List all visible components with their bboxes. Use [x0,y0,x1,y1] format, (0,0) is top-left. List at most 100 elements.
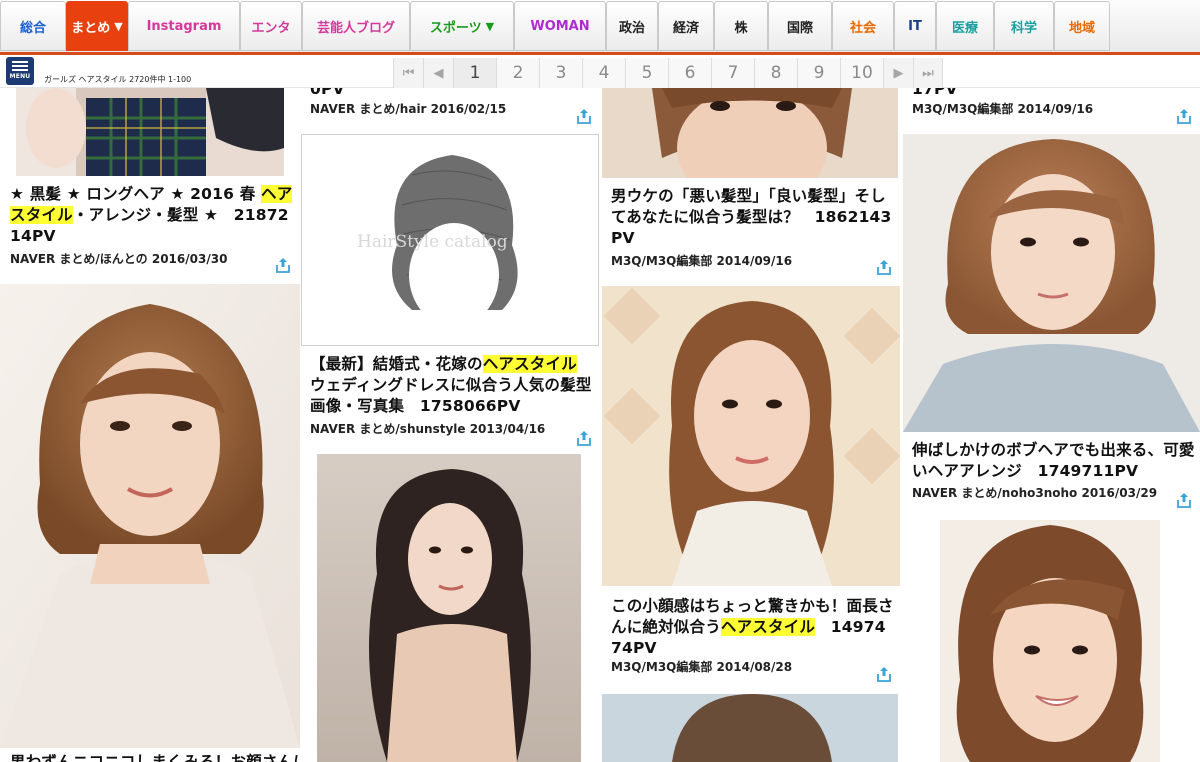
article-thumbnail[interactable]: HairStyle catalog [301,134,599,346]
page-10[interactable]: 10 [840,58,883,88]
article-source: M3Q/M3Q編集部 2014/09/16 [611,254,793,268]
article-card[interactable]: 男わずんニコニコしまくみる！お顔さんに [0,284,300,762]
article-title[interactable]: 17PV [912,88,958,100]
page-4[interactable]: 4 [582,58,625,88]
page-2[interactable]: 2 [496,58,539,88]
tab-8[interactable]: 政治 [606,1,658,51]
article-card[interactable] [900,520,1200,762]
next-page-icon[interactable]: ▶ [883,58,913,88]
menu-button[interactable]: MENU [6,57,34,85]
article-thumbnail[interactable] [602,286,900,586]
tab-label: 芸能人ブログ [316,20,395,36]
article-thumbnail[interactable] [0,284,300,748]
tab-label: 社会 [849,20,876,36]
hamburger-icon [12,60,28,71]
first-page-icon[interactable]: ⏮ [393,58,423,88]
result-count: ガールズ ヘアスタイル 2720件中 1-100 [44,75,192,84]
share-icon[interactable] [1176,492,1192,508]
article-column-3: 男ウケの「悪い髪型」「良い髪型」そし てあなたに似合う髪型は？ 1862143 … [600,88,900,762]
article-thumbnail[interactable] [16,88,284,176]
tab-4[interactable]: エンタ [240,1,302,51]
article-card[interactable]: ★ 黒髪 ★ ロングヘア ★ 2016 春 ヘアスタイル・アレンジ・髪型 ★ 2… [0,88,300,284]
share-icon[interactable] [576,430,592,446]
page-6[interactable]: 6 [668,58,711,88]
tab-1[interactable]: 総合 [0,1,66,51]
tab-label: 国際 [786,20,813,36]
tab-label: Instagram [146,18,222,34]
tab-16[interactable]: 地域 [1054,1,1110,51]
article-source: M3Q/M3Q編集部 2014/09/16 [912,102,1094,116]
article-source: NAVER まとめ/noho3noho 2016/03/29 [912,486,1158,500]
page-3[interactable]: 3 [539,58,582,88]
article-title[interactable]: 0PV [310,88,345,100]
article-card[interactable] [300,454,600,762]
article-thumbnail[interactable] [903,134,1200,432]
svg-text:HairStyle catalog: HairStyle catalog [357,232,508,252]
article-thumbnail[interactable] [602,88,898,178]
tab-12[interactable]: 社会 [832,1,894,51]
tab-label: 科学 [1010,20,1037,36]
pagination: ⏮ ◀ 1 2 3 4 5 6 7 8 9 10 ▶ ⏭ [393,58,943,88]
tab-5[interactable]: 芸能人ブログ [302,1,410,51]
article-title[interactable]: ★ 黒髪 ★ ロングヘア ★ 2016 春 ヘアスタイル・アレンジ・髪型 ★ 2… [10,184,295,226]
share-icon[interactable] [275,257,291,273]
share-icon[interactable] [876,666,892,682]
article-thumbnail[interactable] [602,694,898,762]
article-title[interactable]: 男わずんニコニコしまくみる！お顔さんに [10,752,300,762]
article-thumbnail[interactable] [940,520,1160,762]
prev-page-icon[interactable]: ◀ [423,58,453,88]
tab-label: 株 [734,20,748,36]
chevron-down-icon: ▼ [485,19,495,33]
article-title[interactable]: 男ウケの「悪い髪型」「良い髪型」そし てあなたに似合う髪型は？ 1862143 … [611,186,896,249]
tab-label: 経済 [672,20,699,36]
tab-7[interactable]: WOMAN [514,1,606,51]
article-card[interactable]: 0PV NAVER まとめ/hair 2016/02/15 [300,88,600,134]
page-9[interactable]: 9 [797,58,840,88]
article-title[interactable]: 【最新】結婚式・花嫁のヘアスタイル ウェディングドレスに似合う人気の髪型 画像・… [310,354,595,417]
article-source: NAVER まとめ/shunstyle 2013/04/16 [310,422,546,436]
chevron-down-icon: ▼ [114,19,123,33]
article-thumbnail[interactable] [317,454,581,762]
article-title[interactable]: この小顔感はちょっと驚きかも！面長さ んに絶対似合うヘアスタイル 14974 7… [611,596,896,659]
article-source: M3Q/M3Q編集部 2014/08/28 [611,660,793,674]
tab-2[interactable]: まとめ ▼ [66,1,128,51]
category-tab-bar: 総合 まとめ ▼ Instagram エンタ 芸能人ブログ スポーツ ▼ WOMAN 政治 経済株国… [0,0,1200,55]
tab-15[interactable]: 科学 [994,1,1054,51]
article-card[interactable]: 17PV M3Q/M3Q編集部 2014/09/16 [900,88,1200,134]
tab-label: 政治 [618,20,645,36]
tab-label: IT [908,18,922,34]
tab-13[interactable]: IT [894,1,936,51]
page-7[interactable]: 7 [711,58,754,88]
tab-11[interactable]: 国際 [768,1,832,51]
results-bar: MENU ガールズ ヘアスタイル 2720件中 1-100 ⏮ ◀ 1 2 3 4 5 6 7 8… [0,55,1200,88]
page-5[interactable]: 5 [625,58,668,88]
article-column-1: ★ 黒髪 ★ ロングヘア ★ 2016 春 ヘアスタイル・アレンジ・髪型 ★ 2… [0,88,300,762]
article-title[interactable]: 伸ばしかけのボブヘアでも出来る、可愛 いヘアアレンジ 1749711PV [912,440,1197,482]
share-icon[interactable] [876,259,892,275]
tab-label: 総合 [19,20,46,36]
page-1[interactable]: 1 [453,58,496,88]
share-icon[interactable] [576,108,592,124]
article-column-4: 17PV M3Q/M3Q編集部 2014/09/16 伸ばしかけのボブヘアでも出… [900,88,1200,762]
page-8[interactable]: 8 [754,58,797,88]
article-card[interactable]: HairStyle catalog 【最新】結婚式・花嫁のヘアスタイル ウェディ… [300,134,600,454]
article-card[interactable] [600,694,900,762]
share-icon[interactable] [1176,108,1192,124]
article-card[interactable]: この小顔感はちょっと驚きかも！面長さ んに絶対似合うヘアスタイル 14974 7… [600,286,900,694]
article-card[interactable]: 男ウケの「悪い髪型」「良い髪型」そし てあなたに似合う髪型は？ 1862143 … [600,88,900,284]
article-card[interactable]: 伸ばしかけのボブヘアでも出来る、可愛 いヘアアレンジ 1749711PV NAV… [900,134,1200,520]
tab-9[interactable]: 経済 [658,1,714,51]
tab-label: エンタ [251,20,291,36]
tab-3[interactable]: Instagram [128,1,240,51]
tab-label: 医療 [951,20,978,36]
tab-14[interactable]: 医療 [936,1,994,51]
tab-label: スポーツ [429,20,482,36]
article-source: NAVER まとめ/ほんとの 2016/03/30 [10,252,228,266]
article-title-line3: 14PV [10,227,56,245]
tab-6[interactable]: スポーツ ▼ [410,1,514,51]
tab-label: まとめ [71,20,111,36]
tab-10[interactable]: 株 [714,1,768,51]
tab-label: 地域 [1068,20,1095,36]
article-source: NAVER まとめ/hair 2016/02/15 [310,102,507,116]
last-page-icon[interactable]: ⏭ [913,58,943,88]
